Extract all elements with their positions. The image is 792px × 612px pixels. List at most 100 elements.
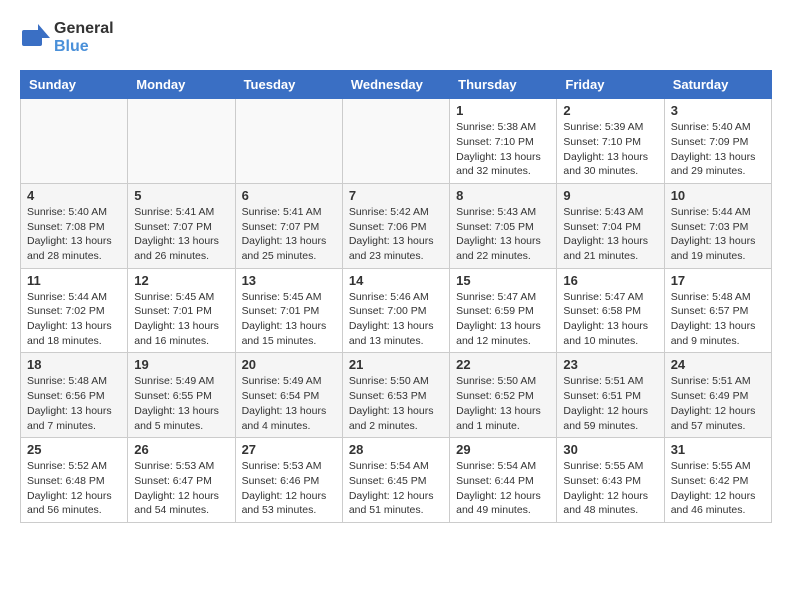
calendar-cell: 20 Sunrise: 5:49 AMSunset: 6:54 PMDayligh… [235,353,342,438]
day-number: 1 [456,103,550,118]
day-info: Sunrise: 5:47 AMSunset: 6:58 PMDaylight:… [563,290,657,349]
day-info: Sunrise: 5:55 AMSunset: 6:42 PMDaylight:… [671,459,765,518]
calendar-cell: 21 Sunrise: 5:50 AMSunset: 6:53 PMDayligh… [342,353,449,438]
day-info: Sunrise: 5:38 AMSunset: 7:10 PMDaylight:… [456,120,550,179]
weekday-header: Sunday [21,71,128,99]
calendar-cell: 27Sunrise: 5:53 AMSunset: 6:46 PMDayligh… [235,438,342,523]
header: General Blue [20,20,772,55]
calendar-cell: 25 Sunrise: 5:52 AMSunset: 6:48 PMDayligh… [21,438,128,523]
calendar-cell: 11 Sunrise: 5:44 AMSunset: 7:02 PMDayligh… [21,268,128,353]
calendar-cell: 17Sunrise: 5:48 AMSunset: 6:57 PMDayligh… [664,268,771,353]
day-number: 31 [671,442,765,457]
day-number: 4 [27,188,121,203]
calendar-cell: 24 Sunrise: 5:51 AMSunset: 6:49 PMDayligh… [664,353,771,438]
day-number: 27 [242,442,336,457]
logo-general: General [54,20,114,38]
day-info: Sunrise: 5:51 AMSunset: 6:49 PMDaylight:… [671,374,765,433]
day-number: 11 [27,273,121,288]
day-number: 29 [456,442,550,457]
page: General Blue SundayMondayTuesdayWednesda… [0,0,792,543]
day-info: Sunrise: 5:40 AMSunset: 7:09 PMDaylight:… [671,120,765,179]
calendar-cell: 29 Sunrise: 5:54 AMSunset: 6:44 PMDayligh… [450,438,557,523]
day-number: 6 [242,188,336,203]
day-info: Sunrise: 5:54 AMSunset: 6:44 PMDaylight:… [456,459,550,518]
weekday-header: Thursday [450,71,557,99]
day-number: 24 [671,357,765,372]
calendar-cell: 4 Sunrise: 5:40 AMSunset: 7:08 PMDaylight… [21,183,128,268]
day-number: 25 [27,442,121,457]
calendar-cell: 12 Sunrise: 5:45 AMSunset: 7:01 PMDayligh… [128,268,235,353]
day-number: 2 [563,103,657,118]
calendar-cell [235,99,342,184]
calendar-cell: 1 Sunrise: 5:38 AMSunset: 7:10 PMDaylight… [450,99,557,184]
logo: General Blue [20,20,114,55]
calendar-week-row: 25 Sunrise: 5:52 AMSunset: 6:48 PMDayligh… [21,438,772,523]
calendar-cell: 23 Sunrise: 5:51 AMSunset: 6:51 PMDayligh… [557,353,664,438]
calendar-cell: 8Sunrise: 5:43 AMSunset: 7:05 PMDaylight… [450,183,557,268]
calendar-week-row: 1 Sunrise: 5:38 AMSunset: 7:10 PMDaylight… [21,99,772,184]
day-number: 13 [242,273,336,288]
day-number: 18 [27,357,121,372]
day-number: 23 [563,357,657,372]
day-info: Sunrise: 5:54 AMSunset: 6:45 PMDaylight:… [349,459,443,518]
calendar-cell: 7 Sunrise: 5:42 AMSunset: 7:06 PMDaylight… [342,183,449,268]
day-number: 7 [349,188,443,203]
calendar-cell: 6 Sunrise: 5:41 AMSunset: 7:07 PMDaylight… [235,183,342,268]
weekday-header: Tuesday [235,71,342,99]
calendar-header-row: SundayMondayTuesdayWednesdayThursdayFrid… [21,71,772,99]
logo-icon [20,22,52,54]
weekday-header: Wednesday [342,71,449,99]
day-info: Sunrise: 5:50 AMSunset: 6:53 PMDaylight:… [349,374,443,433]
day-number: 9 [563,188,657,203]
logo-blue: Blue [54,38,114,56]
calendar-cell: 16 Sunrise: 5:47 AMSunset: 6:58 PMDayligh… [557,268,664,353]
day-info: Sunrise: 5:41 AMSunset: 7:07 PMDaylight:… [134,205,228,264]
day-number: 28 [349,442,443,457]
day-info: Sunrise: 5:45 AMSunset: 7:01 PMDaylight:… [242,290,336,349]
calendar-week-row: 11 Sunrise: 5:44 AMSunset: 7:02 PMDayligh… [21,268,772,353]
calendar-cell: 22Sunrise: 5:50 AMSunset: 6:52 PMDayligh… [450,353,557,438]
calendar-cell [21,99,128,184]
day-info: Sunrise: 5:49 AMSunset: 6:55 PMDaylight:… [134,374,228,433]
day-info: Sunrise: 5:51 AMSunset: 6:51 PMDaylight:… [563,374,657,433]
day-info: Sunrise: 5:44 AMSunset: 7:02 PMDaylight:… [27,290,121,349]
day-info: Sunrise: 5:43 AMSunset: 7:05 PMDaylight:… [456,205,550,264]
day-number: 16 [563,273,657,288]
calendar-cell: 9 Sunrise: 5:43 AMSunset: 7:04 PMDaylight… [557,183,664,268]
calendar-cell: 13 Sunrise: 5:45 AMSunset: 7:01 PMDayligh… [235,268,342,353]
weekday-header: Friday [557,71,664,99]
calendar-cell: 3Sunrise: 5:40 AMSunset: 7:09 PMDaylight… [664,99,771,184]
day-info: Sunrise: 5:52 AMSunset: 6:48 PMDaylight:… [27,459,121,518]
day-number: 15 [456,273,550,288]
calendar-cell: 15Sunrise: 5:47 AMSunset: 6:59 PMDayligh… [450,268,557,353]
day-number: 10 [671,188,765,203]
day-info: Sunrise: 5:48 AMSunset: 6:56 PMDaylight:… [27,374,121,433]
calendar-cell: 5 Sunrise: 5:41 AMSunset: 7:07 PMDaylight… [128,183,235,268]
day-info: Sunrise: 5:45 AMSunset: 7:01 PMDaylight:… [134,290,228,349]
calendar-cell: 18 Sunrise: 5:48 AMSunset: 6:56 PMDayligh… [21,353,128,438]
day-info: Sunrise: 5:48 AMSunset: 6:57 PMDaylight:… [671,290,765,349]
calendar-cell [342,99,449,184]
day-number: 5 [134,188,228,203]
day-info: Sunrise: 5:42 AMSunset: 7:06 PMDaylight:… [349,205,443,264]
calendar: SundayMondayTuesdayWednesdayThursdayFrid… [20,70,772,523]
calendar-cell: 2 Sunrise: 5:39 AMSunset: 7:10 PMDaylight… [557,99,664,184]
day-number: 26 [134,442,228,457]
day-info: Sunrise: 5:41 AMSunset: 7:07 PMDaylight:… [242,205,336,264]
day-info: Sunrise: 5:40 AMSunset: 7:08 PMDaylight:… [27,205,121,264]
calendar-cell: 10Sunrise: 5:44 AMSunset: 7:03 PMDayligh… [664,183,771,268]
calendar-cell: 19 Sunrise: 5:49 AMSunset: 6:55 PMDayligh… [128,353,235,438]
day-number: 19 [134,357,228,372]
weekday-header: Monday [128,71,235,99]
day-info: Sunrise: 5:46 AMSunset: 7:00 PMDaylight:… [349,290,443,349]
day-number: 21 [349,357,443,372]
day-number: 20 [242,357,336,372]
day-info: Sunrise: 5:50 AMSunset: 6:52 PMDaylight:… [456,374,550,433]
calendar-week-row: 4 Sunrise: 5:40 AMSunset: 7:08 PMDaylight… [21,183,772,268]
day-info: Sunrise: 5:39 AMSunset: 7:10 PMDaylight:… [563,120,657,179]
day-info: Sunrise: 5:43 AMSunset: 7:04 PMDaylight:… [563,205,657,264]
calendar-cell: 30Sunrise: 5:55 AMSunset: 6:43 PMDayligh… [557,438,664,523]
day-info: Sunrise: 5:49 AMSunset: 6:54 PMDaylight:… [242,374,336,433]
calendar-cell [128,99,235,184]
day-number: 12 [134,273,228,288]
